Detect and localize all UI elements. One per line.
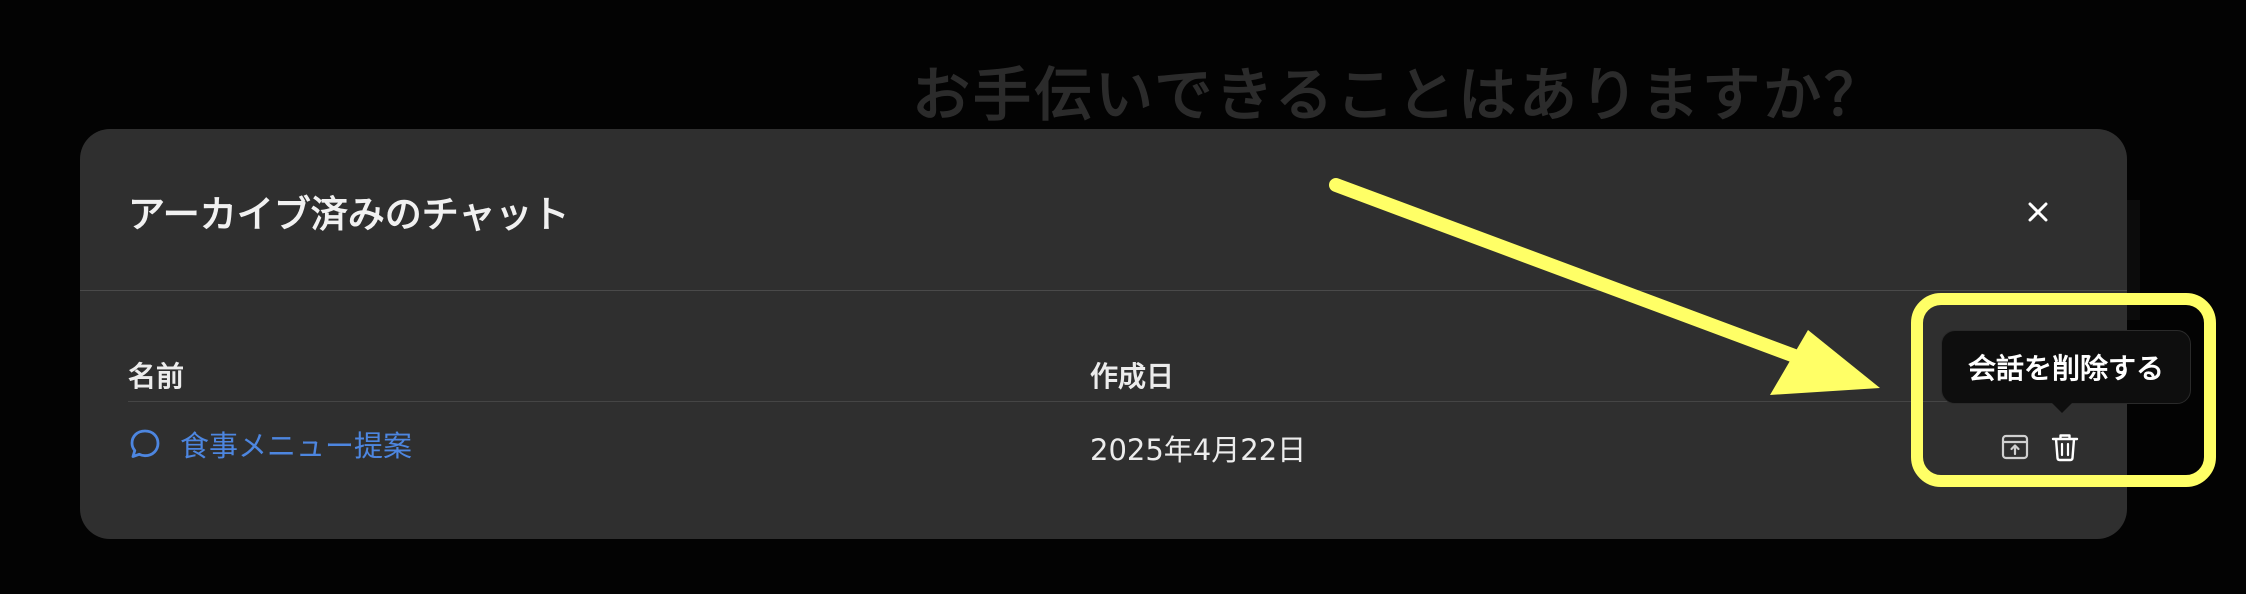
tooltip-text: 会話を削除する <box>1968 352 2165 385</box>
dialog-header: アーカイブ済みのチャット <box>80 129 2127 291</box>
unarchive-icon <box>2001 434 2029 460</box>
table-row: 食事メニュー提案 2025年4月22日 <box>128 421 2078 497</box>
dialog-title: アーカイブ済みのチャット <box>128 193 570 236</box>
tooltip-caret <box>2052 403 2072 413</box>
close-icon <box>2028 202 2048 222</box>
table-header: 名前 作成日 <box>128 355 2078 402</box>
trash-icon <box>2051 434 2079 462</box>
archived-chat-title: 食事メニュー提案 <box>180 429 413 463</box>
archived-chats-dialog: アーカイブ済みのチャット 名前 作成日 食事メニュー提案 2025年4月22日 <box>80 129 2127 539</box>
unarchive-button[interactable] <box>1997 429 2033 465</box>
close-button[interactable] <box>2014 188 2062 236</box>
delete-tooltip: 会話を削除する <box>1941 330 2192 413</box>
background-prompt-heading: お手伝いできることはありますか？ <box>912 61 1886 129</box>
delete-conversation-button[interactable] <box>2047 429 2083 465</box>
archived-chat-link[interactable]: 食事メニュー提案 <box>128 421 412 467</box>
column-header-created: 作成日 <box>1090 360 1175 393</box>
column-header-name: 名前 <box>128 360 185 393</box>
chat-bubble-icon <box>130 429 160 458</box>
created-date: 2025年4月22日 <box>1090 433 1307 467</box>
screen: お手伝いできることはありますか？ アーカイブ済みのチャット 名前 作成日 食事メ… <box>0 0 2246 594</box>
